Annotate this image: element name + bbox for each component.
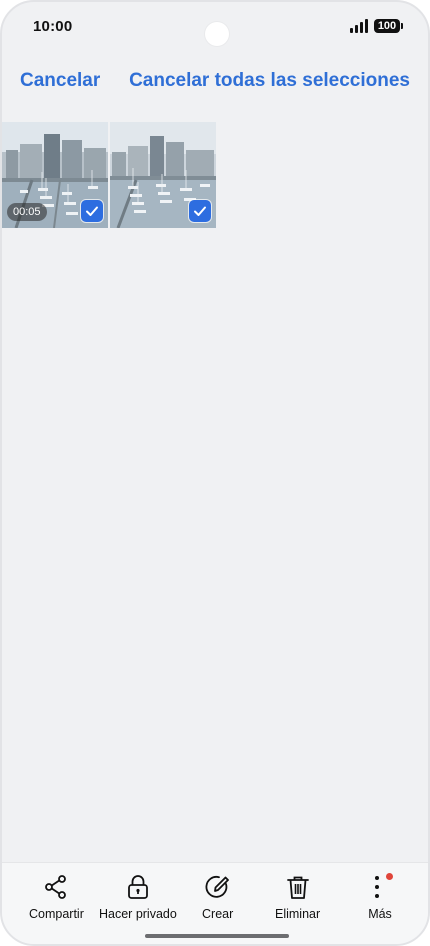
make-private-label: Hacer privado — [99, 907, 177, 921]
more-label: Más — [368, 907, 392, 921]
notification-dot — [386, 873, 393, 880]
selection-header: Cancelar Cancelar todas las selecciones — [2, 64, 428, 98]
selected-checkbox[interactable] — [189, 200, 211, 222]
create-label: Crear — [202, 907, 234, 921]
more-button[interactable]: Más — [366, 873, 394, 921]
create-button[interactable]: Crear — [202, 873, 233, 921]
status-bar: 10:00 100 — [2, 2, 428, 54]
trash-icon — [286, 876, 309, 899]
signal-icon — [350, 19, 368, 33]
cancel-all-selections-button[interactable]: Cancelar todas las selecciones — [129, 70, 410, 92]
battery-icon: 100 — [374, 19, 403, 33]
front-camera — [205, 22, 229, 46]
selected-checkbox[interactable] — [81, 200, 103, 222]
cancel-button[interactable]: Cancelar — [20, 70, 100, 92]
home-indicator[interactable] — [145, 934, 289, 938]
share-button[interactable]: Compartir — [29, 873, 84, 921]
share-icon — [45, 875, 67, 899]
make-private-button[interactable]: Hacer privado — [99, 873, 177, 921]
media-thumbnail-photo[interactable] — [110, 122, 216, 228]
checkmark-icon — [194, 206, 206, 216]
checkmark-icon — [86, 206, 98, 216]
video-duration-badge: 00:05 — [7, 203, 47, 221]
create-icon — [205, 875, 229, 898]
delete-label: Eliminar — [275, 907, 321, 921]
share-label: Compartir — [29, 907, 84, 921]
phone-screen: 10:00 100 Cancelar Cancelar todas las se… — [0, 0, 430, 946]
media-thumbnail-video[interactable]: 00:05 — [2, 122, 108, 228]
status-time: 10:00 — [33, 18, 73, 35]
status-icons: 100 — [350, 19, 403, 33]
lock-icon — [128, 875, 148, 899]
media-grid: 00:05 — [2, 122, 216, 228]
delete-button[interactable]: Eliminar — [275, 873, 320, 921]
